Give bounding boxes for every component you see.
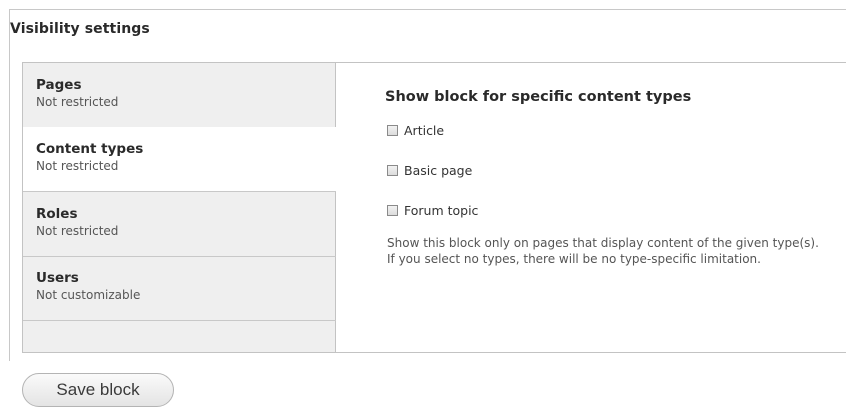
tab-summary-pages: Not restricted	[36, 95, 119, 109]
tab-title-content-types: Content types	[36, 141, 144, 157]
tab-summary-content-types: Not restricted	[36, 159, 119, 173]
vertical-tabs: Pages Not restricted Content types Not r…	[22, 62, 846, 353]
save-block-button[interactable]: Save block	[22, 373, 174, 407]
checkbox-basic-page[interactable]: Basic page	[387, 162, 472, 178]
checkbox-label-article: Article	[404, 122, 445, 138]
tab-users[interactable]: Users Not customizable	[23, 256, 336, 321]
tab-roles[interactable]: Roles Not restricted	[23, 192, 336, 257]
tab-title-users: Users	[36, 270, 79, 286]
fieldset-legend: Visibility settings	[10, 21, 150, 37]
article-checkbox[interactable]	[387, 124, 398, 136]
tab-summary-users: Not customizable	[36, 288, 141, 302]
checkbox-label-basic-page: Basic page	[404, 162, 473, 178]
tab-content-types[interactable]: Content types Not restricted	[23, 127, 336, 192]
forum-topic-checkbox[interactable]	[387, 204, 398, 216]
vertical-tab-list: Pages Not restricted Content types Not r…	[23, 63, 336, 352]
tab-title-roles: Roles	[36, 206, 78, 222]
tab-summary-roles: Not restricted	[36, 224, 119, 238]
checkbox-article[interactable]: Article	[387, 122, 444, 138]
tab-pages[interactable]: Pages Not restricted	[23, 63, 336, 128]
content-types-description: Show this block only on pages that displ…	[387, 236, 819, 266]
pane-title: Show block for specific content types	[385, 89, 692, 105]
basic-page-checkbox[interactable]	[387, 164, 398, 176]
content-types-pane: Show block for specific content types Ar…	[336, 63, 846, 352]
checkbox-label-forum-topic: Forum topic	[404, 202, 479, 218]
tab-title-pages: Pages	[36, 77, 82, 93]
checkbox-forum-topic[interactable]: Forum topic	[387, 202, 478, 218]
